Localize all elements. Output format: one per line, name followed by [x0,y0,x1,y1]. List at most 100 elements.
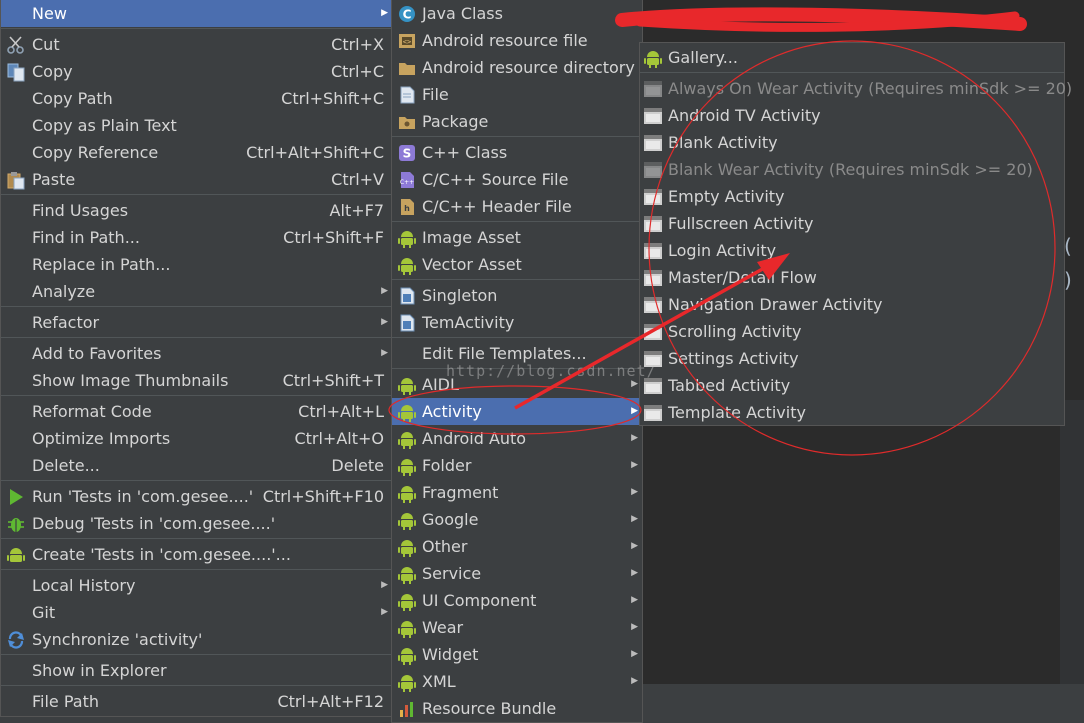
menu-item-copy[interactable]: Copy Ctrl+C [1,58,392,85]
menu-item-fragment[interactable]: Fragment ▶ [392,479,642,506]
menu-item-empty-activity[interactable]: Empty Activity [640,183,1064,210]
paste-icon [7,172,25,190]
menu-item-navigation-drawer-activity[interactable]: Navigation Drawer Activity [640,291,1064,318]
menu-item-temactivity[interactable]: TemActivity [392,309,642,336]
menu-item-analyze[interactable]: Analyze ▶ [1,278,392,305]
menu-item-git[interactable]: Git ▶ [1,599,392,626]
android-icon [644,51,662,68]
svg-text:h: h [404,204,410,213]
submenu-arrow-icon: ▶ [631,595,638,605]
menu-item-service[interactable]: Service ▶ [392,560,642,587]
menu-item-c-class[interactable]: S C++ Class [392,139,642,166]
menu-item-master-detail-flow[interactable]: Master/Detail Flow [640,264,1064,291]
copy-icon [7,63,25,82]
editor-gutter [1060,400,1084,684]
android-icon [398,231,416,248]
menu-item-show-image-thumbnails[interactable]: Show Image Thumbnails Ctrl+Shift+T [1,367,392,394]
menu-item-widget[interactable]: Widget ▶ [392,641,642,668]
svg-text:C: C [403,8,412,22]
menu-item-android-auto[interactable]: Android Auto ▶ [392,425,642,452]
menu-separator [640,72,1064,73]
activity-template-icon [644,108,662,124]
android-icon [398,432,416,449]
folder-icon [399,63,415,75]
menu-item-copy-plain-text[interactable]: Copy as Plain Text [1,112,392,139]
menu-item-add-to-favorites[interactable]: Add to Favorites ▶ [1,340,392,367]
menu-item-find-in-path[interactable]: Find in Path... Ctrl+Shift+F [1,224,392,251]
android-icon [398,405,416,422]
menu-item-delete[interactable]: Delete... Delete [1,452,392,479]
menu-item-synchronize[interactable]: Synchronize 'activity' [1,626,392,653]
menu-item-replace-in-path[interactable]: Replace in Path... [1,251,392,278]
editor-code-fragment: ) [1064,268,1072,292]
menu-item-copy-reference[interactable]: Copy Reference Ctrl+Alt+Shift+C [1,139,392,166]
submenu-arrow-icon: ▶ [631,541,638,551]
submenu-arrow-icon: ▶ [381,607,388,617]
menu-item-singleton[interactable]: Singleton [392,282,642,309]
menu-item-new[interactable]: New ▶ [1,0,392,27]
menu-item-gallery[interactable]: Gallery... [640,44,1064,71]
menu-item-file-path[interactable]: File Path Ctrl+Alt+F12 [1,688,392,715]
menu-item-image-asset[interactable]: Image Asset [392,224,642,251]
menu-item-package[interactable]: Package [392,108,642,135]
cpp-class-icon: S [399,145,415,161]
menu-item-reformat-code[interactable]: Reformat Code Ctrl+Alt+L [1,398,392,425]
menu-item-paste[interactable]: Paste Ctrl+V [1,166,392,193]
menu-item-resource-bundle[interactable]: Resource Bundle [392,695,642,722]
menu-item-c-c-header-file[interactable]: h C/C++ Header File [392,193,642,220]
android-icon [398,378,416,395]
menu-item-vector-asset[interactable]: Vector Asset [392,251,642,278]
activity-template-icon [644,270,662,286]
submenu-arrow-icon: ▶ [631,676,638,686]
menu-item-template-activity[interactable]: Template Activity [640,399,1064,426]
menu-item-android-tv-activity[interactable]: Android TV Activity [640,102,1064,129]
menu-item-login-activity[interactable]: Login Activity [640,237,1064,264]
menu-item-other[interactable]: Other ▶ [392,533,642,560]
submenu-arrow-icon: ▶ [381,580,388,590]
menu-item-cut[interactable]: Cut Ctrl+X [1,31,392,58]
menu-item-find-usages[interactable]: Find Usages Alt+F7 [1,197,392,224]
menu-item-google[interactable]: Google ▶ [392,506,642,533]
submenu-arrow-icon: ▶ [631,649,638,659]
menu-item-copy-path[interactable]: Copy Path Ctrl+Shift+C [1,85,392,112]
run-icon [10,489,23,505]
menu-item-c-c-source-file[interactable]: C++ C/C++ Source File [392,166,642,193]
activity-template-icon [644,216,662,232]
menu-item-java-class[interactable]: C Java Class [392,0,642,27]
menu-item-optimize-imports[interactable]: Optimize Imports Ctrl+Alt+O [1,425,392,452]
java-class-icon: C [399,6,415,22]
android-icon [398,258,416,275]
menu-item-blank-activity[interactable]: Blank Activity [640,129,1064,156]
menu-item-settings-activity[interactable]: Settings Activity [640,345,1064,372]
submenu-arrow-icon: ▶ [381,317,388,327]
menu-item-run-tests[interactable]: Run 'Tests in 'com.gesee....' Ctrl+Shift… [1,483,392,510]
menu-item-refactor[interactable]: Refactor ▶ [1,309,392,336]
menu-item-folder[interactable]: Folder ▶ [392,452,642,479]
menu-item-fullscreen-activity[interactable]: Fullscreen Activity [640,210,1064,237]
submenu-arrow-icon: ▶ [631,487,638,497]
menu-item-create-tests[interactable]: Create 'Tests in 'com.gesee....'... [1,541,392,568]
menu-item-debug-tests[interactable]: Debug 'Tests in 'com.gesee....' [1,510,392,537]
android-icon [398,594,416,611]
menu-item-wear[interactable]: Wear ▶ [392,614,642,641]
menu-item-xml[interactable]: XML ▶ [392,668,642,695]
submenu-arrow-icon: ▶ [631,568,638,578]
menu-item-android-resource-file[interactable]: <> Android resource file [392,27,642,54]
menu-item-android-resource-directory[interactable]: Android resource directory [392,54,642,81]
activity-template-icon [644,324,662,340]
cpp-source-icon: C++ [400,172,414,188]
android-icon [7,548,25,562]
menu-item-tabbed-activity[interactable]: Tabbed Activity [640,372,1064,399]
android-icon [398,621,416,638]
android-icon [398,459,416,476]
menu-item-ui-component[interactable]: UI Component ▶ [392,587,642,614]
menu-item-activity[interactable]: Activity ▶ [392,398,642,425]
svg-text:<>: <> [403,38,411,46]
submenu-arrow-icon: ▶ [631,433,638,443]
menu-item-local-history[interactable]: Local History ▶ [1,572,392,599]
menu-item-file[interactable]: File [392,81,642,108]
submenu-arrow-icon: ▶ [381,286,388,296]
menu-item-show-in-explorer[interactable]: Show in Explorer [1,657,392,684]
android-icon [398,486,416,503]
menu-item-scrolling-activity[interactable]: Scrolling Activity [640,318,1064,345]
